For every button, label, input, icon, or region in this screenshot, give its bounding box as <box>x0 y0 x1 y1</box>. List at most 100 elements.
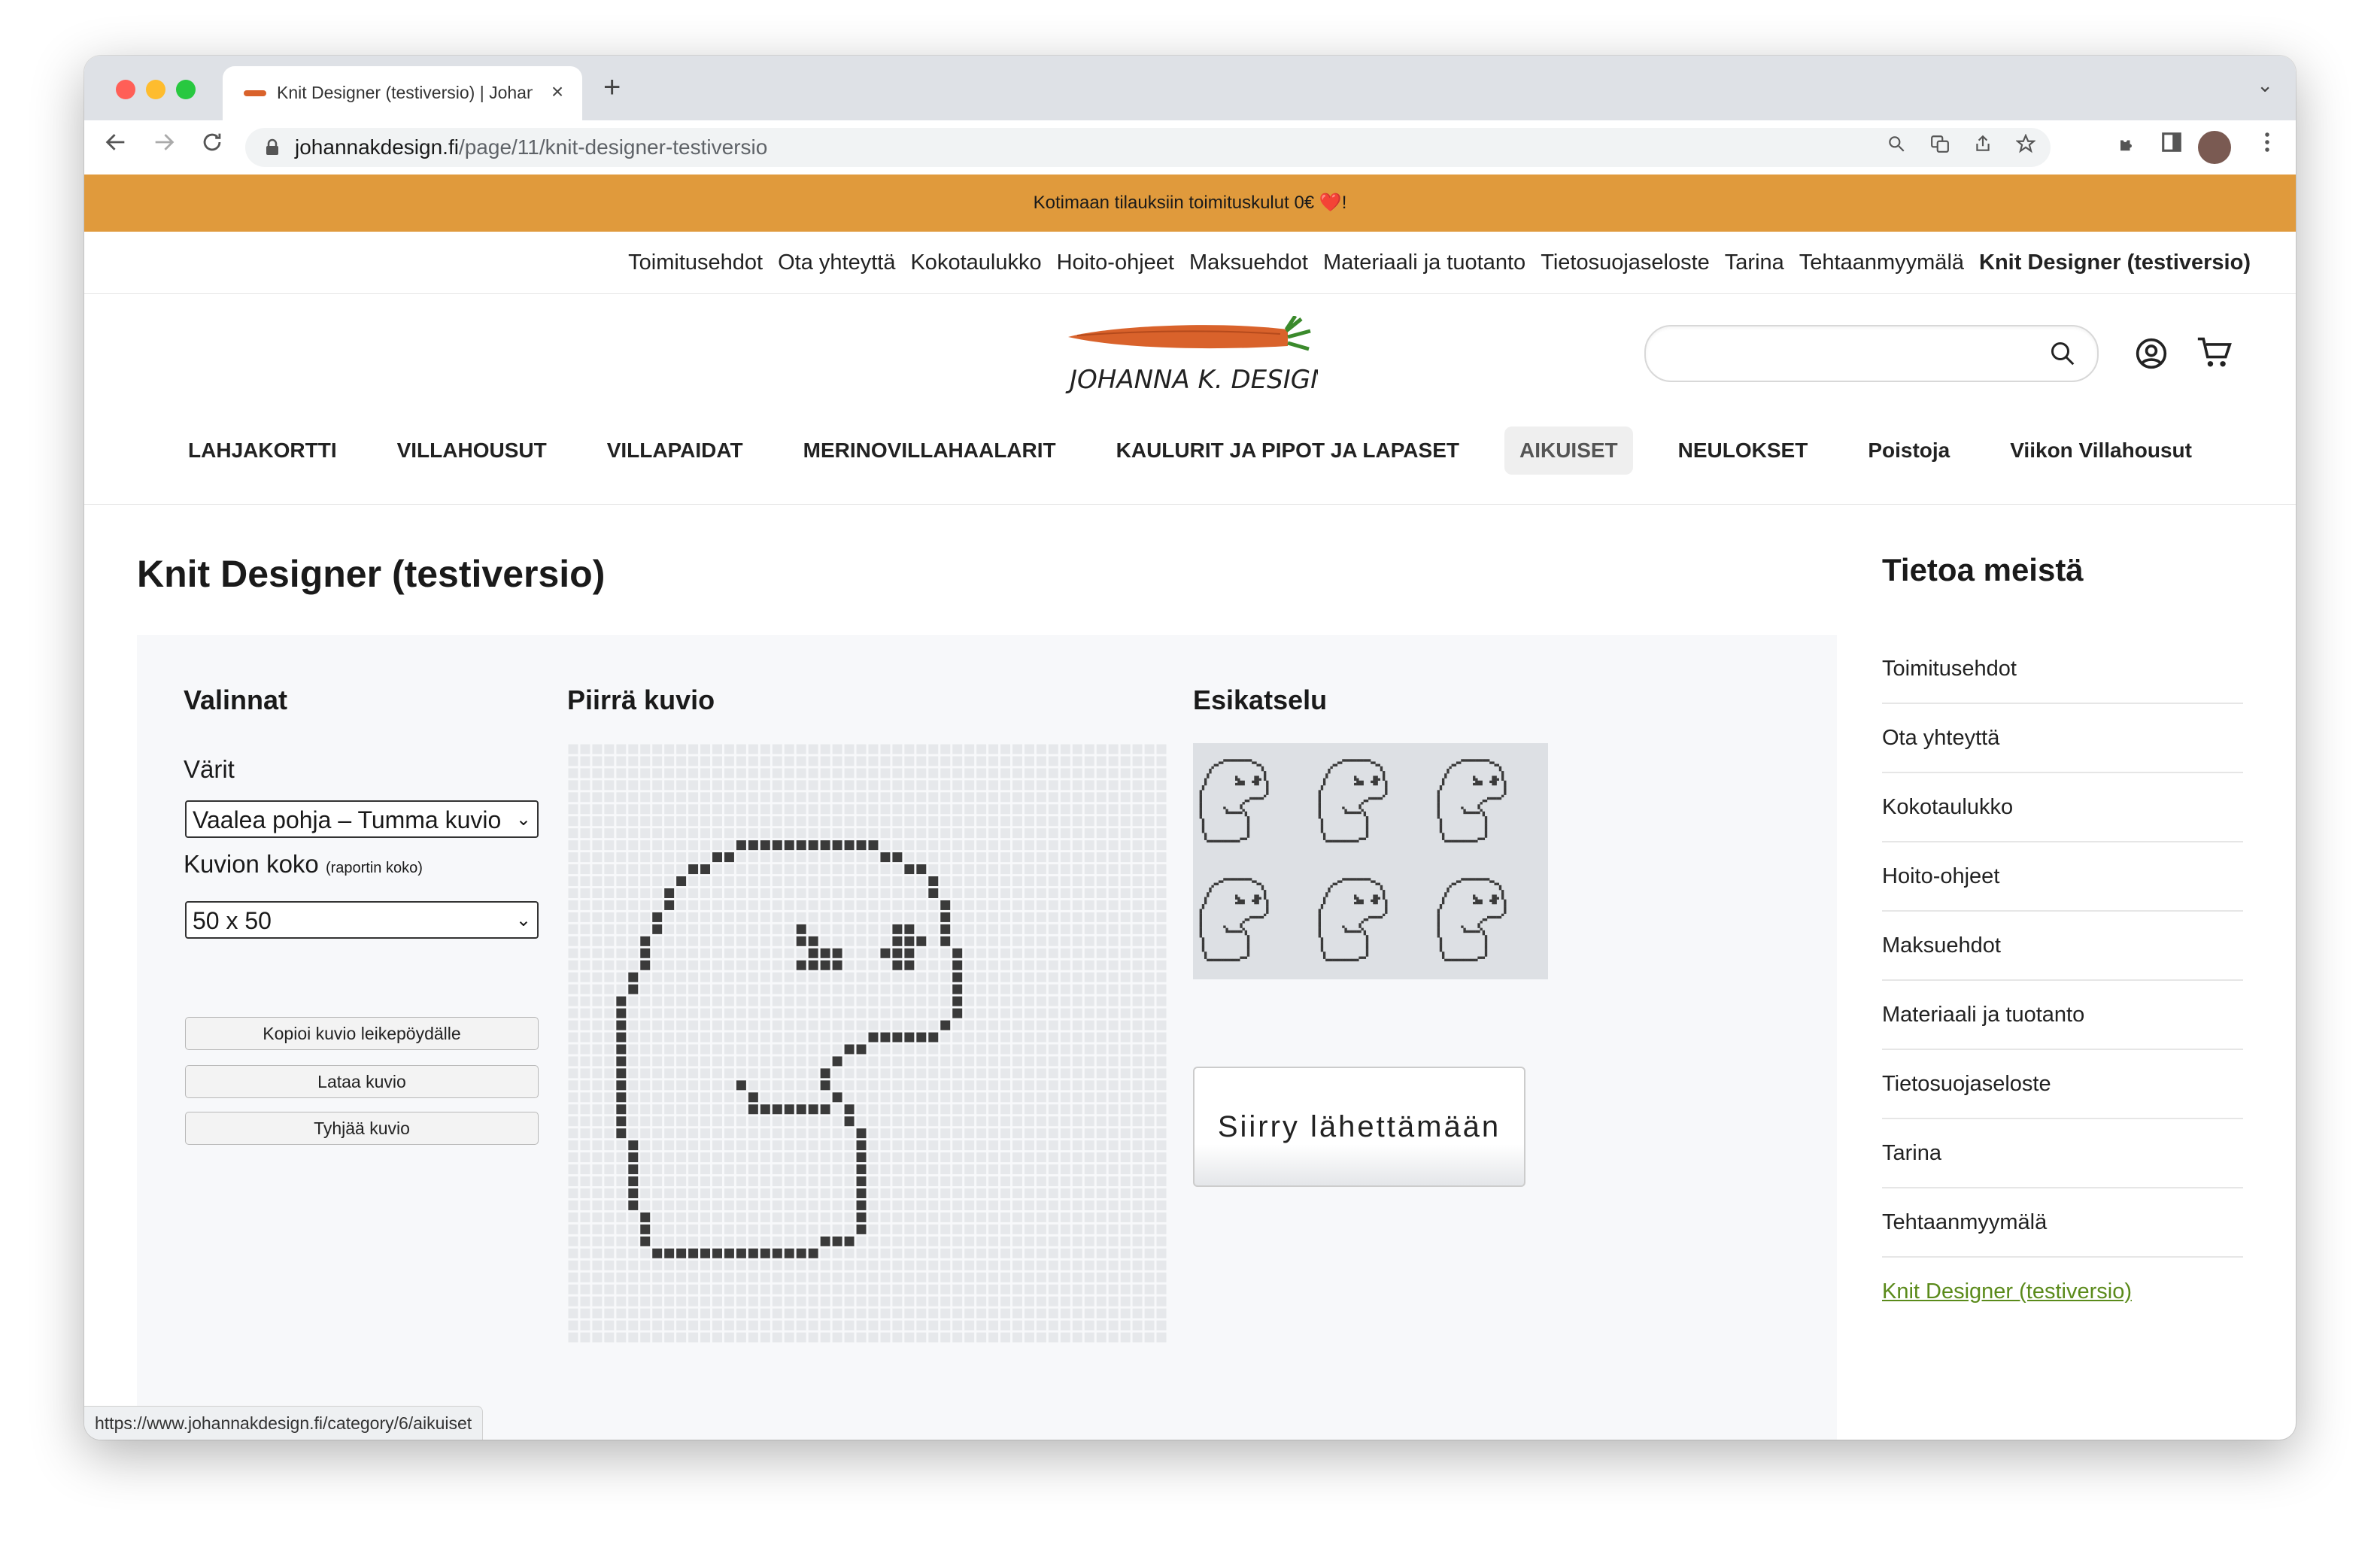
grid-cell[interactable] <box>1060 1092 1070 1103</box>
grid-cell[interactable] <box>580 1296 590 1307</box>
grid-cell[interactable] <box>1132 972 1143 982</box>
grid-cell[interactable] <box>1036 1140 1046 1151</box>
grid-cell[interactable] <box>784 792 794 803</box>
grid-cell[interactable] <box>880 828 891 839</box>
grid-cell[interactable] <box>1024 1296 1034 1307</box>
grid-cell[interactable] <box>736 1296 746 1307</box>
grid-cell[interactable] <box>616 1332 627 1343</box>
grid-cell[interactable] <box>1156 996 1167 1006</box>
grid-cell[interactable] <box>568 1320 578 1331</box>
grid-cell[interactable] <box>1084 1116 1094 1127</box>
grid-cell[interactable] <box>1108 876 1119 887</box>
grid-cell[interactable] <box>868 1032 879 1043</box>
grid-cell[interactable] <box>1132 1164 1143 1175</box>
grid-cell[interactable] <box>952 756 963 766</box>
grid-cell[interactable] <box>1156 1260 1167 1270</box>
grid-cell[interactable] <box>880 1176 891 1187</box>
grid-cell[interactable] <box>1120 792 1131 803</box>
grid-cell[interactable] <box>856 1212 867 1222</box>
grid-cell[interactable] <box>712 1152 722 1163</box>
grid-cell[interactable] <box>856 1236 867 1246</box>
grid-cell[interactable] <box>1108 984 1119 994</box>
grid-cell[interactable] <box>1108 1308 1119 1319</box>
grid-cell[interactable] <box>988 756 999 766</box>
grid-cell[interactable] <box>1000 1308 1011 1319</box>
grid-cell[interactable] <box>1156 924 1167 934</box>
grid-cell[interactable] <box>736 1020 746 1030</box>
grid-cell[interactable] <box>844 816 855 827</box>
grid-cell[interactable] <box>760 1200 770 1210</box>
grid-cell[interactable] <box>712 744 722 754</box>
grid-cell[interactable] <box>772 1296 782 1307</box>
grid-cell[interactable] <box>808 1224 818 1234</box>
grid-cell[interactable] <box>916 852 927 863</box>
grid-cell[interactable] <box>1036 768 1046 779</box>
grid-cell[interactable] <box>724 1224 734 1234</box>
grid-cell[interactable] <box>1120 996 1131 1006</box>
grid-cell[interactable] <box>772 1044 782 1055</box>
grid-cell[interactable] <box>724 1032 734 1043</box>
grid-cell[interactable] <box>952 1284 963 1295</box>
grid-cell[interactable] <box>1036 996 1046 1006</box>
grid-cell[interactable] <box>988 1296 999 1307</box>
grid-cell[interactable] <box>580 1104 590 1115</box>
grid-cell[interactable] <box>712 1008 722 1018</box>
grid-cell[interactable] <box>1012 888 1022 898</box>
grid-cell[interactable] <box>952 912 963 922</box>
grid-cell[interactable] <box>940 1176 951 1187</box>
grid-cell[interactable] <box>1048 924 1058 934</box>
grid-cell[interactable] <box>820 768 830 779</box>
grid-cell[interactable] <box>676 1128 687 1139</box>
grid-cell[interactable] <box>1012 840 1022 851</box>
grid-cell[interactable] <box>964 1080 975 1091</box>
grid-cell[interactable] <box>1084 1260 1094 1270</box>
grid-cell[interactable] <box>784 1212 794 1222</box>
grid-cell[interactable] <box>664 1140 675 1151</box>
grid-cell[interactable] <box>844 1296 855 1307</box>
grid-cell[interactable] <box>832 984 842 994</box>
grid-cell[interactable] <box>880 984 891 994</box>
grid-cell[interactable] <box>568 744 578 754</box>
grid-cell[interactable] <box>988 840 999 851</box>
grid-cell[interactable] <box>580 1008 590 1018</box>
grid-cell[interactable] <box>868 840 879 851</box>
grid-cell[interactable] <box>976 912 987 922</box>
grid-cell[interactable] <box>1084 1308 1094 1319</box>
grid-cell[interactable] <box>652 1104 663 1115</box>
grid-cell[interactable] <box>640 1128 651 1139</box>
grid-cell[interactable] <box>736 1044 746 1055</box>
grid-cell[interactable] <box>580 1248 590 1258</box>
grid-cell[interactable] <box>652 996 663 1006</box>
grid-cell[interactable] <box>820 1116 830 1127</box>
grid-cell[interactable] <box>1060 1308 1070 1319</box>
grid-cell[interactable] <box>1132 768 1143 779</box>
grid-cell[interactable] <box>1000 1260 1011 1270</box>
grid-cell[interactable] <box>928 924 939 934</box>
grid-cell[interactable] <box>1024 1248 1034 1258</box>
grid-cell[interactable] <box>1000 1224 1011 1234</box>
grid-cell[interactable] <box>988 888 999 898</box>
grid-cell[interactable] <box>616 1056 627 1067</box>
grid-cell[interactable] <box>664 972 675 982</box>
grid-cell[interactable] <box>832 1152 842 1163</box>
grid-cell[interactable] <box>616 912 627 922</box>
grid-cell[interactable] <box>748 1032 758 1043</box>
grid-cell[interactable] <box>1060 1104 1070 1115</box>
grid-cell[interactable] <box>1000 1284 1011 1295</box>
grid-cell[interactable] <box>616 960 627 970</box>
grid-cell[interactable] <box>712 756 722 766</box>
grid-cell[interactable] <box>820 1008 830 1018</box>
grid-cell[interactable] <box>832 828 842 839</box>
grid-cell[interactable] <box>928 744 939 754</box>
grid-cell[interactable] <box>1096 1116 1107 1127</box>
grid-cell[interactable] <box>856 1284 867 1295</box>
grid-cell[interactable] <box>976 1188 987 1198</box>
grid-cell[interactable] <box>976 768 987 779</box>
grid-cell[interactable] <box>880 1044 891 1055</box>
grid-cell[interactable] <box>1012 1284 1022 1295</box>
grid-cell[interactable] <box>844 936 855 946</box>
grid-cell[interactable] <box>1048 828 1058 839</box>
grid-cell[interactable] <box>736 1272 746 1282</box>
grid-cell[interactable] <box>868 960 879 970</box>
grid-cell[interactable] <box>1036 1176 1046 1187</box>
